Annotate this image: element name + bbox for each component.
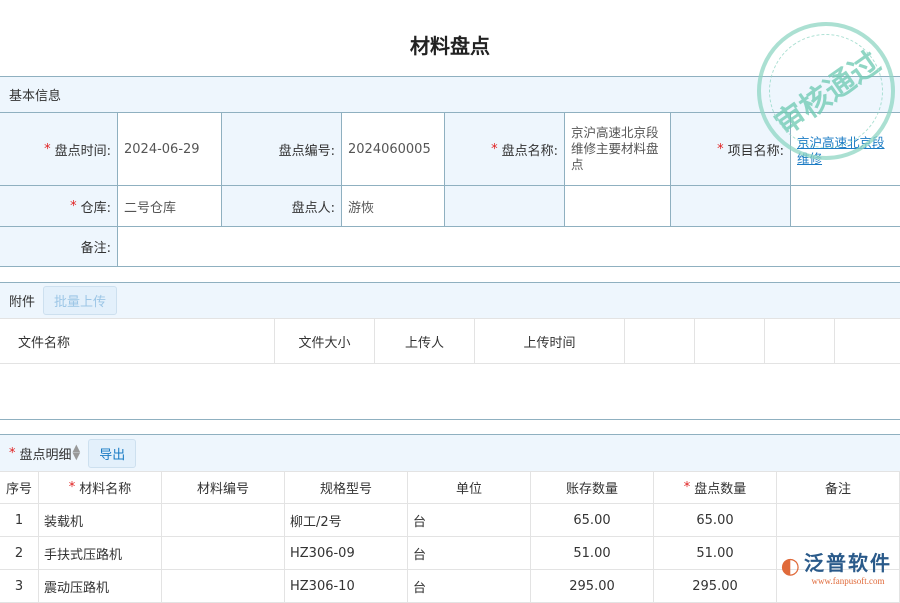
name-field[interactable]: 京沪高速北京段维修主要材料盘点	[565, 113, 671, 186]
table-cell[interactable]: HZ306-09	[285, 537, 408, 570]
col-header: 规格型号	[285, 472, 408, 504]
col-header	[835, 319, 900, 364]
table-cell[interactable]	[162, 537, 285, 570]
table-cell[interactable]: 65.00	[654, 504, 777, 537]
table-cell[interactable]: 295.00	[654, 570, 777, 603]
date-field[interactable]: 2024-06-29	[118, 113, 222, 186]
col-header	[695, 319, 765, 364]
project-label: *项目名称:	[671, 113, 791, 186]
table-cell[interactable]	[162, 570, 285, 603]
col-header: 备注	[777, 472, 900, 504]
detail-header: *盘点明细 ▲▼ 导出	[0, 434, 900, 472]
empty-label	[671, 186, 791, 227]
table-cell[interactable]: 65.00	[531, 504, 654, 537]
col-header: 文件大小	[275, 319, 375, 364]
table-cell[interactable]: 台	[408, 504, 531, 537]
person-label: 盘点人:	[222, 186, 342, 227]
col-header: 材料编号	[162, 472, 285, 504]
col-header: 单位	[408, 472, 531, 504]
col-header: *盘点数量	[654, 472, 777, 504]
col-header: *材料名称	[39, 472, 162, 504]
person-field[interactable]: 游恢	[342, 186, 445, 227]
table-cell[interactable]: 柳工/2号	[285, 504, 408, 537]
warehouse-field[interactable]: 二号仓库	[118, 186, 222, 227]
col-header: 上传人	[375, 319, 475, 364]
logo-icon: ◐	[781, 554, 800, 579]
table-cell[interactable]: 台	[408, 537, 531, 570]
page-title: 材料盘点	[0, 30, 900, 59]
sort-icon[interactable]: ▲▼	[73, 445, 81, 461]
table-cell[interactable]: 3	[0, 570, 39, 603]
table-cell[interactable]	[777, 504, 900, 537]
table-cell[interactable]: 手扶式压路机	[39, 537, 162, 570]
table-cell[interactable]: 1	[0, 504, 39, 537]
empty-field	[565, 186, 671, 227]
col-header: 上传时间	[475, 319, 625, 364]
project-link[interactable]: 京沪高速北京段维修	[791, 113, 900, 186]
table-cell[interactable]: 装载机	[39, 504, 162, 537]
table-cell[interactable]	[162, 504, 285, 537]
remark-label: 备注:	[0, 227, 118, 267]
col-header	[765, 319, 835, 364]
table-cell[interactable]: 295.00	[531, 570, 654, 603]
no-field[interactable]: 2024060005	[342, 113, 445, 186]
attachment-header: 附件 批量上传	[0, 282, 900, 319]
no-label: 盘点编号:	[222, 113, 342, 186]
col-header	[625, 319, 695, 364]
table-cell[interactable]: 51.00	[654, 537, 777, 570]
basic-info-header: 基本信息	[0, 76, 900, 113]
fanpu-logo: ◐ 泛普软件 www.fanpusoft.com	[781, 547, 892, 586]
table-cell[interactable]: 台	[408, 570, 531, 603]
table-cell[interactable]: 2	[0, 537, 39, 570]
col-header: 账存数量	[531, 472, 654, 504]
batch-upload-button[interactable]: 批量上传	[43, 286, 117, 315]
empty-field	[791, 186, 900, 227]
divider	[0, 419, 900, 420]
table-cell[interactable]: 51.00	[531, 537, 654, 570]
attachment-title: 附件	[9, 291, 35, 310]
remark-field[interactable]	[118, 227, 900, 267]
detail-title: 盘点明细	[20, 444, 72, 463]
table-cell[interactable]: HZ306-10	[285, 570, 408, 603]
warehouse-label: *仓库:	[0, 186, 118, 227]
name-label: *盘点名称:	[445, 113, 565, 186]
basic-info-title: 基本信息	[9, 85, 61, 104]
date-label: *盘点时间:	[0, 113, 118, 186]
export-button[interactable]: 导出	[88, 439, 136, 468]
col-header: 文件名称	[0, 319, 275, 364]
col-header: 序号	[0, 472, 39, 504]
empty-label	[445, 186, 565, 227]
table-cell[interactable]: 震动压路机	[39, 570, 162, 603]
